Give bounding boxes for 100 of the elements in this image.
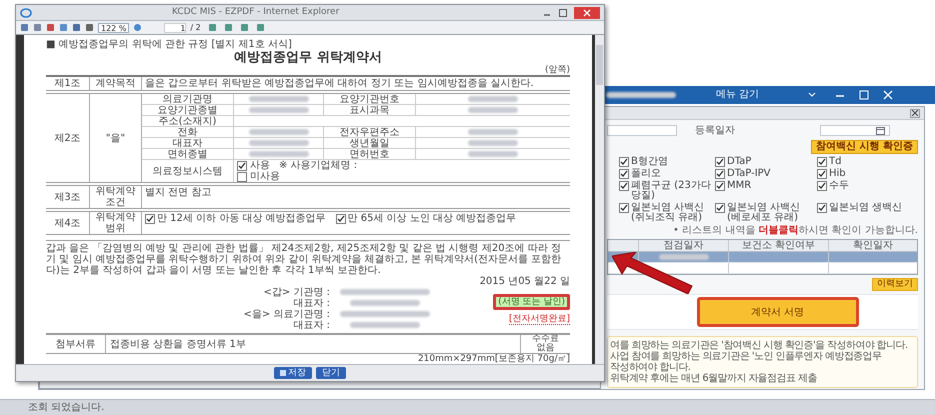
blurred-value [468, 129, 518, 135]
date-field[interactable] [820, 125, 890, 136]
checkbox-label: DTaP [727, 157, 752, 167]
column-header: 보건소 확인여부 [728, 240, 828, 251]
article-number: 제1조 [54, 78, 81, 89]
checkbox[interactable] [715, 203, 725, 213]
note-text: 작성하여야 합니다. [610, 362, 692, 373]
blurred-value [248, 140, 308, 146]
checkbox-label: DTaP-IPV [727, 169, 771, 179]
sign-button[interactable]: 계약서 서명 [696, 297, 858, 327]
option-label: 미사용 [250, 171, 280, 182]
field-label: 생년월일 [350, 138, 390, 148]
calendar-icon[interactable] [876, 126, 885, 135]
checkbox-label: 폐렴구균 (23가다당질) [631, 181, 712, 201]
field-label: 표시과목 [350, 105, 390, 115]
checkbox-label: 폴리오 [631, 169, 661, 179]
e-signature-mark: [전자서명완료] [508, 314, 570, 324]
checkbox-label: 일본뇌염 사백신 (쥐뇌조직 유래) [631, 203, 706, 223]
field-label: 대표자 [172, 138, 202, 148]
field-label: 주소(소재지) [158, 116, 216, 126]
party-label: <을> 의료기관명 : [244, 309, 330, 320]
checkbox[interactable] [715, 157, 725, 167]
page-field[interactable]: 1 [164, 22, 186, 32]
blurred-value [350, 300, 420, 306]
status-text: 조회 되었습니다. [28, 402, 104, 412]
note-text: 사업 참여를 희망하는 의료기관은 '노인 인플루엔자 예방접종업무 [610, 351, 882, 362]
field-label: 전화 [178, 127, 198, 137]
article-label: 위탁계약 범위 [94, 212, 136, 234]
window-title: KCDC MIS - EZPDF - Internet Explorer [172, 8, 340, 17]
checkbox[interactable] [715, 181, 725, 191]
checkbox[interactable] [237, 172, 247, 182]
column-header: 확인일자 [828, 240, 917, 251]
page-side-label: (앞쪽) [544, 66, 570, 75]
option-label: 사용 [250, 160, 270, 171]
article-label: 위탁계약 조건 [94, 186, 136, 208]
checkbox[interactable] [619, 169, 629, 179]
option-label: 만 65세 이상 노인 대상 예방접종업무 [348, 213, 516, 224]
note-text: 여를 희망하는 의료기관은 '참여백신 시행 확인증'을 작성하여야 합니다. [610, 340, 909, 351]
blurred-value [658, 254, 708, 260]
article-text: 별지 전면 참고 [144, 186, 212, 199]
contract-paragraph: 갑과 을은 「감염병의 예방 및 관리에 관한 법률」 제24조제2항, 제25조제2항 및 같은 법 시행령 제20조에 따라 정기 및 임시 예방접종업무를 위탁수행하기 위하여 위와 같이 위탁계약을 체결하고, 본 위탁계약서(전자문서를 포함한다)는 2부를 작성하여 갑과 을이 서명 또는 날인한 후 각각 1부씩 보관한다. [46, 240, 570, 276]
maximize-icon[interactable] [558, 8, 568, 16]
article-number: 제3조 [54, 192, 81, 202]
close-button[interactable] [574, 6, 600, 18]
seal-stamp: (서명 또는 날인) [493, 294, 570, 310]
document-title: 예방접종업무 위탁계약서 [233, 50, 383, 66]
close-icon[interactable] [910, 108, 920, 118]
checkbox[interactable] [145, 214, 155, 224]
scrollbar[interactable] [592, 35, 604, 364]
checkbox-label: 수두 [829, 181, 849, 191]
field-label: 의료기관명 [162, 94, 212, 104]
table-row[interactable] [608, 252, 917, 263]
option-label: 만 12세 이하 아동 대상 예방접종업무 [157, 213, 326, 224]
blurred-value [468, 107, 518, 113]
page-total: / 2 [190, 24, 201, 32]
article-label: 계약목적 [96, 78, 136, 89]
checkbox[interactable] [237, 160, 247, 170]
checkbox-label: 일본뇌염 사백신 (베로세포 유래) [727, 203, 802, 223]
blurred-value [350, 322, 420, 328]
checkbox[interactable] [619, 157, 629, 167]
menu-toggle[interactable]: 메뉴 감기 [716, 90, 760, 100]
checkbox[interactable] [817, 203, 827, 213]
checkbox[interactable] [619, 181, 629, 191]
input-field[interactable] [607, 125, 677, 136]
close-button[interactable]: 닫기 [316, 367, 346, 379]
save-button[interactable]: 저장 [274, 367, 312, 379]
blurred-value [468, 96, 518, 102]
blurred-value [248, 107, 308, 113]
checkbox[interactable] [817, 157, 827, 167]
blurred-value [468, 140, 518, 146]
fee-text: 수수료 [532, 335, 559, 344]
blurred-value [248, 96, 308, 102]
blurred-value [468, 151, 518, 157]
party-label: 대표자 : [293, 298, 330, 309]
field-label: 등록일자 [695, 126, 735, 136]
zoom-field[interactable]: 122 % [98, 22, 130, 32]
field-label: 전자우편주소 [340, 127, 400, 137]
party-label: <갑> 기관명 : [264, 287, 330, 298]
note-text: 위탁계약 후에는 매년 6월말까지 자율점검표 제출 [610, 373, 818, 384]
article-label: "을" [106, 132, 126, 144]
checkbox[interactable] [336, 214, 346, 224]
checkbox-label: Hib [829, 169, 846, 179]
checkbox[interactable] [817, 181, 827, 191]
blurred-value [248, 151, 308, 157]
table-row[interactable] [608, 263, 917, 274]
certificate-button[interactable]: 참여백신 시행 확인증 [811, 140, 918, 154]
field-label: 요양기관종별 [158, 105, 218, 115]
checkbox[interactable] [817, 169, 827, 179]
checkbox-label: MMR [727, 181, 752, 191]
field-label: 면허종별 [168, 149, 208, 159]
paper-size: 210mm×297mm[보존용지 70g/㎡] [416, 354, 570, 364]
checkbox[interactable] [715, 169, 725, 179]
attachment-label: 첨부서류 [56, 338, 96, 350]
party-label: 대표자 : [293, 320, 330, 331]
checkbox-label: B형간염 [631, 157, 668, 167]
checkbox[interactable] [619, 203, 629, 213]
field-label: 요양기관번호 [340, 94, 400, 104]
history-button[interactable]: 이력보기 [872, 278, 918, 291]
blurred-title [606, 92, 676, 98]
column-header: 점검일자 [638, 240, 728, 251]
